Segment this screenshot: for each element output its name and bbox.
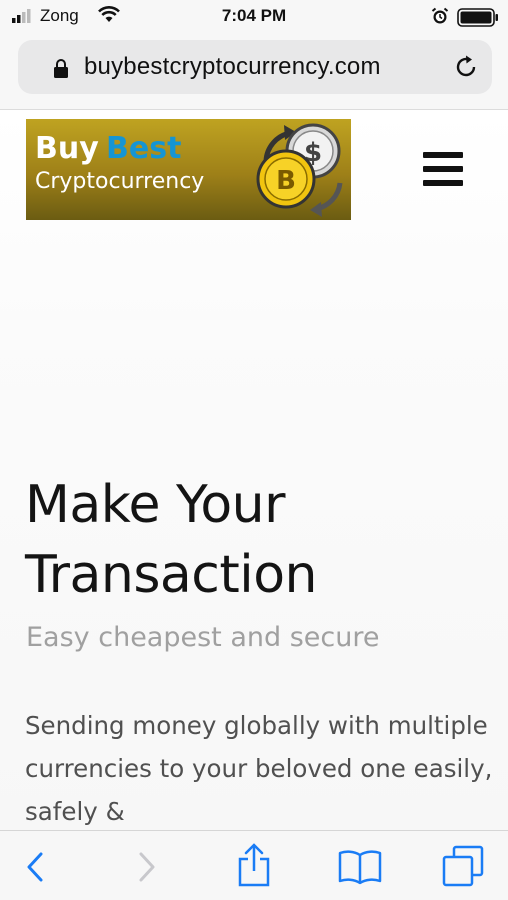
- back-icon[interactable]: [24, 851, 46, 883]
- menu-line: [423, 180, 463, 186]
- browser-address-area: buybestcryptocurrency.com: [0, 34, 508, 110]
- status-bar: Zong 7:04 PM: [0, 0, 508, 34]
- logo-word-cryptocurrency: Cryptocurrency: [35, 169, 205, 194]
- svg-text:B: B: [276, 166, 296, 196]
- bookmarks-icon[interactable]: [338, 849, 382, 885]
- alarm-icon: [431, 7, 449, 24]
- menu-line: [423, 166, 463, 172]
- logo-word-best: Best: [106, 131, 182, 166]
- coins-exchange-icon: $ B: [256, 123, 343, 217]
- address-bar[interactable]: buybestcryptocurrency.com: [18, 40, 492, 94]
- hero-body: Sending money globally with multiple cur…: [25, 711, 493, 826]
- lock-icon: [54, 59, 68, 78]
- hamburger-menu-icon[interactable]: [423, 152, 463, 186]
- tabs-icon[interactable]: [442, 845, 484, 887]
- hero-subtitle: Easy cheapest and secure: [26, 622, 380, 653]
- share-icon[interactable]: [236, 843, 272, 887]
- hero-title: Make Your Transaction: [25, 475, 317, 605]
- page-content: Buy Best Cryptocurrency $ B Make Your Tr…: [0, 110, 508, 830]
- url-text[interactable]: buybestcryptocurrency.com: [84, 53, 381, 81]
- browser-toolbar: [0, 830, 508, 900]
- battery-icon: [457, 8, 498, 27]
- logo-word-buy: Buy: [35, 131, 99, 166]
- reload-icon[interactable]: [453, 54, 479, 80]
- menu-line: [423, 152, 463, 158]
- forward-icon[interactable]: [136, 851, 158, 883]
- site-logo[interactable]: Buy Best Cryptocurrency $ B: [26, 119, 351, 220]
